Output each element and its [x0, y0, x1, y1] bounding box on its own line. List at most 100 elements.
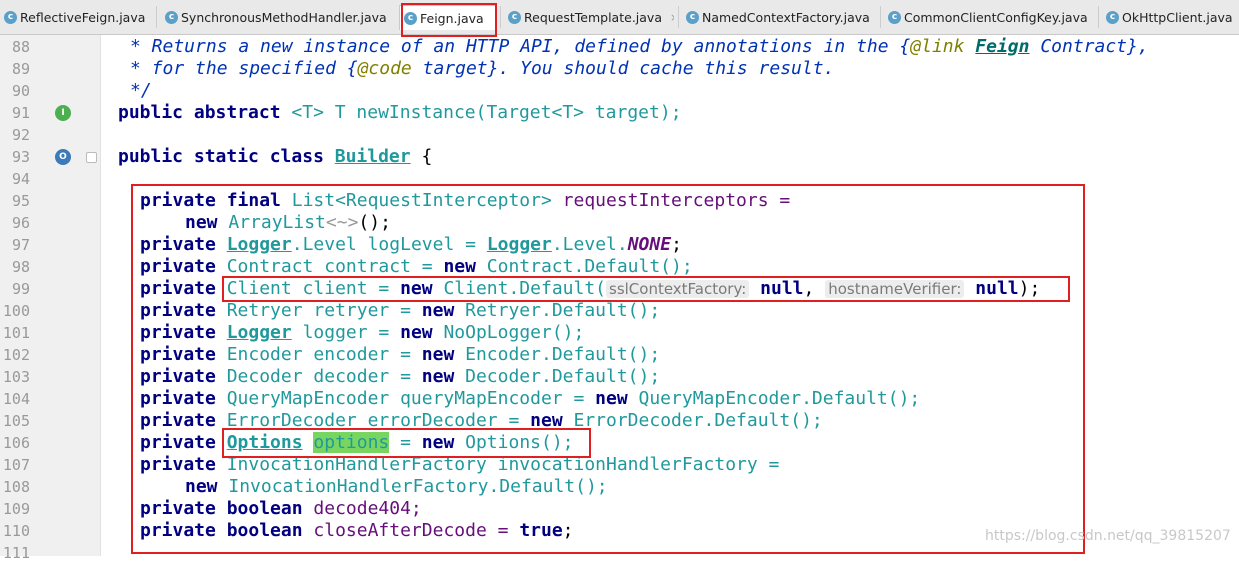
- tab-label: NamedContextFactory.java: [702, 10, 870, 25]
- close-icon[interactable]: ×: [670, 11, 674, 24]
- line-number: 101: [0, 322, 30, 344]
- code-text: private Encoder encoder = new Encoder.De…: [140, 344, 660, 366]
- fold-icon[interactable]: [86, 152, 97, 163]
- line-number: 107: [0, 454, 30, 476]
- tab-common-client-config-key[interactable]: c CommonClientConfigKey.java ×: [884, 6, 1096, 28]
- line-number: 89: [0, 58, 30, 80]
- code-text: */: [130, 80, 152, 102]
- code-line: 98 private Contract contract = new Contr…: [0, 256, 1239, 278]
- tab-separator: [678, 6, 679, 28]
- tab-separator: [880, 6, 881, 28]
- code-line: 96 new ArrayList<~>();: [0, 212, 1239, 234]
- parameter-hint: sslContextFactory:: [606, 280, 749, 298]
- code-text: private Decoder decoder = new Decoder.De…: [140, 366, 660, 388]
- line-number: 96: [0, 212, 30, 234]
- line-number: 100: [0, 300, 30, 322]
- class-file-icon: c: [1106, 11, 1119, 24]
- code-line: 97 private Logger.Level logLevel = Logge…: [0, 234, 1239, 256]
- tab-label: OkHttpClient.java: [1122, 10, 1233, 25]
- tab-request-template[interactable]: c RequestTemplate.java ×: [504, 6, 674, 28]
- line-number: 99: [0, 278, 30, 300]
- watermark: https://blog.csdn.net/qq_39815207: [985, 528, 1231, 544]
- code-text: * Returns a new instance of an HTTP API,…: [130, 36, 1149, 58]
- tab-separator: [500, 6, 501, 28]
- code-text: private Client client = new Client.Defau…: [140, 278, 1040, 300]
- tab-synchronous-method-handler[interactable]: c SynchronousMethodHandler.java ×: [161, 6, 391, 28]
- code-line: 107 private InvocationHandlerFactory inv…: [0, 454, 1239, 476]
- code-text: private final List<RequestInterceptor> r…: [140, 190, 790, 212]
- tab-reflective-feign[interactable]: c ReflectiveFeign.java ×: [0, 6, 152, 28]
- code-line: 90 */: [0, 80, 1239, 102]
- code-text: private Logger logger = new NoOpLogger()…: [140, 322, 584, 344]
- code-line: 100 private Retryer retryer = new Retrye…: [0, 300, 1239, 322]
- line-number: 91: [0, 102, 30, 124]
- line-number: 92: [0, 124, 30, 146]
- class-file-icon: c: [404, 12, 417, 25]
- line-number: 105: [0, 410, 30, 432]
- code-line: 102 private Encoder encoder = new Encode…: [0, 344, 1239, 366]
- code-line: 93 O public static class Builder {: [0, 146, 1239, 168]
- code-line: 89 * for the specified {@code target}. Y…: [0, 58, 1239, 80]
- line-number: 104: [0, 388, 30, 410]
- tab-label: Feign.java: [420, 11, 484, 26]
- code-text: private InvocationHandlerFactory invocat…: [140, 454, 779, 476]
- tab-label: ReflectiveFeign.java: [20, 10, 145, 25]
- line-number: 90: [0, 80, 30, 102]
- code-line: 108 new InvocationHandlerFactory.Default…: [0, 476, 1239, 498]
- line-number: 88: [0, 36, 30, 58]
- parameter-hint: hostnameVerifier:: [825, 280, 964, 298]
- line-number: 98: [0, 256, 30, 278]
- code-line: 95 private final List<RequestInterceptor…: [0, 190, 1239, 212]
- code-line: 92: [0, 124, 1239, 146]
- code-text: private QueryMapEncoder queryMapEncoder …: [140, 388, 920, 410]
- line-number: 97: [0, 234, 30, 256]
- tab-named-context-factory[interactable]: c NamedContextFactory.java ×: [682, 6, 877, 28]
- line-number: 93: [0, 146, 30, 168]
- line-number: 102: [0, 344, 30, 366]
- code-text: private ErrorDecoder errorDecoder = new …: [140, 410, 823, 432]
- code-text: private Options options = new Options();: [140, 432, 574, 454]
- editor-tab-bar: c ReflectiveFeign.java × c SynchronousMe…: [0, 0, 1239, 35]
- code-line: 99 private Client client = new Client.De…: [0, 278, 1239, 300]
- code-text: new InvocationHandlerFactory.Default();: [185, 476, 608, 498]
- code-line: 91 I public abstract <T> T newInstance(T…: [0, 102, 1239, 124]
- implemented-method-icon[interactable]: I: [55, 105, 71, 121]
- class-file-icon: c: [4, 11, 17, 24]
- class-file-icon: c: [508, 11, 521, 24]
- code-line: 105 private ErrorDecoder errorDecoder = …: [0, 410, 1239, 432]
- code-line: 88 * Returns a new instance of an HTTP A…: [0, 36, 1239, 58]
- tab-label: RequestTemplate.java: [524, 10, 662, 25]
- code-text: private Retryer retryer = new Retryer.De…: [140, 300, 660, 322]
- tab-okhttp-client[interactable]: c OkHttpClient.java ×: [1102, 6, 1239, 28]
- line-number: 110: [0, 520, 30, 542]
- code-text: private Contract contract = new Contract…: [140, 256, 693, 278]
- code-text: public static class Builder {: [118, 146, 432, 168]
- tab-label: SynchronousMethodHandler.java: [181, 10, 387, 25]
- subclass-icon[interactable]: O: [55, 149, 71, 165]
- code-line: 106 private Options options = new Option…: [0, 432, 1239, 454]
- class-file-icon: c: [686, 11, 699, 24]
- code-text: public abstract <T> T newInstance(Target…: [118, 102, 682, 124]
- tab-label: CommonClientConfigKey.java: [904, 10, 1088, 25]
- code-line: 103 private Decoder decoder = new Decode…: [0, 366, 1239, 388]
- code-text: private boolean closeAfterDecode = true;: [140, 520, 574, 542]
- code-text: new ArrayList<~>();: [185, 212, 391, 234]
- code-line: 101 private Logger logger = new NoOpLogg…: [0, 322, 1239, 344]
- line-number: 108: [0, 476, 30, 498]
- line-number: 103: [0, 366, 30, 388]
- line-number: 106: [0, 432, 30, 454]
- line-number: 94: [0, 168, 30, 190]
- tab-separator: [1098, 6, 1099, 28]
- line-number: 111: [0, 542, 30, 564]
- code-text: private boolean decode404;: [140, 498, 422, 520]
- class-file-icon: c: [165, 11, 178, 24]
- tab-feign[interactable]: c Feign.java: [399, 5, 497, 30]
- code-line: 104 private QueryMapEncoder queryMapEnco…: [0, 388, 1239, 410]
- class-file-icon: c: [888, 11, 901, 24]
- search-highlight: options: [313, 432, 389, 453]
- tab-separator: [156, 6, 157, 28]
- code-line: 94: [0, 168, 1239, 190]
- code-line: 111: [0, 542, 1239, 564]
- code-text: private Logger.Level logLevel = Logger.L…: [140, 234, 682, 256]
- line-number: 109: [0, 498, 30, 520]
